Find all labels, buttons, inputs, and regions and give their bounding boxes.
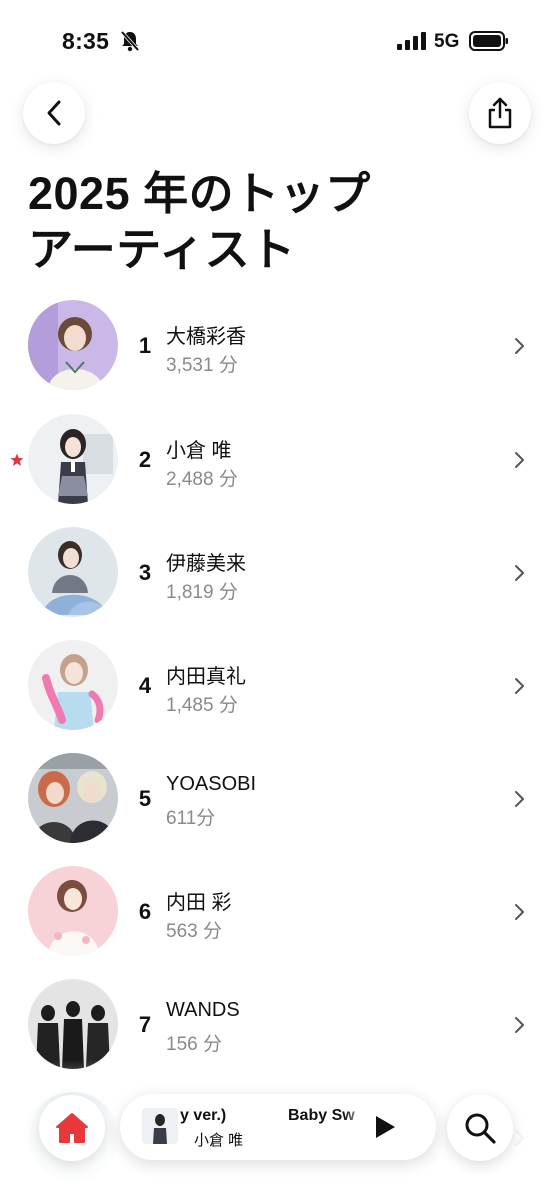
- artist-name: WANDS: [166, 999, 240, 1021]
- artist-minutes: 156 分: [166, 1034, 222, 1055]
- artist-name: 小倉 唯: [166, 440, 232, 462]
- cellular-signal-icon: [397, 32, 426, 50]
- artist-avatar: [28, 979, 118, 1069]
- now-playing-title: y ver.): [180, 1107, 227, 1124]
- artist-rank: 7: [138, 1012, 152, 1037]
- page-title-line-1: 2025 年のトップ: [28, 168, 371, 219]
- artist-minutes: 611分: [166, 808, 216, 829]
- artist-rank: 2: [138, 447, 152, 472]
- now-playing-artist: 小倉 唯: [194, 1132, 244, 1149]
- artist-avatar: [28, 866, 118, 956]
- now-playing-title-marquee: Baby Sw: [288, 1107, 355, 1124]
- artist-rank: 4: [138, 673, 152, 698]
- artist-minutes: 3,531 分: [166, 355, 238, 376]
- chevron-right-icon: [515, 452, 524, 468]
- chevron-right-icon: [515, 791, 524, 807]
- mini-player[interactable]: y ver.) Baby Sw 小倉 唯: [120, 1094, 436, 1160]
- chevron-right-icon: [515, 904, 524, 920]
- artist-row[interactable]: 1 大橋彩香 3,531 分: [0, 300, 554, 392]
- artist-row[interactable]: 7 WANDS 156 分: [0, 979, 554, 1071]
- status-time: 8:35: [62, 28, 110, 54]
- share-button[interactable]: [469, 82, 531, 144]
- artist-name: 大橋彩香: [166, 326, 246, 348]
- artist-name: YOASOBI: [166, 773, 257, 795]
- page-title-line-2: アーティスト: [28, 224, 296, 275]
- artist-minutes: 1,819 分: [166, 582, 238, 603]
- artist-avatar: [28, 300, 118, 390]
- chevron-right-icon: [515, 338, 524, 354]
- artist-row[interactable]: 2 小倉 唯 2,488 分: [0, 414, 554, 506]
- artist-avatar: [28, 753, 118, 843]
- artist-rank: 6: [138, 899, 152, 924]
- home-icon: [56, 1113, 88, 1143]
- artist-avatar: [28, 527, 118, 617]
- artist-avatar: [28, 640, 118, 730]
- star-icon: [10, 453, 24, 466]
- artist-name: 内田真礼: [166, 666, 246, 688]
- search-icon: [465, 1113, 496, 1144]
- battery-icon: [469, 31, 508, 51]
- artist-rank: 5: [138, 786, 152, 811]
- bell-slash-icon: [120, 30, 140, 52]
- artist-avatar: [28, 414, 118, 504]
- artist-minutes: 1,485 分: [166, 695, 238, 716]
- artist-row[interactable]: 4 内田真礼 1,485 分: [0, 640, 554, 732]
- artist-row[interactable]: 3 伊藤美来 1,819 分: [0, 527, 554, 619]
- chevron-left-icon: [47, 100, 61, 126]
- back-button[interactable]: [23, 82, 85, 144]
- share-icon: [488, 97, 512, 129]
- artist-minutes: 2,488 分: [166, 469, 238, 490]
- search-button[interactable]: [447, 1095, 513, 1161]
- artist-name: 伊藤美来: [166, 553, 246, 575]
- artist-row[interactable]: 5 YOASOBI 611分: [0, 753, 554, 845]
- chevron-right-icon: [515, 678, 524, 694]
- artist-name: 内田 彩: [166, 892, 232, 914]
- artist-minutes: 563 分: [166, 921, 222, 942]
- now-playing-artwork: [142, 1108, 178, 1144]
- network-type: 5G: [434, 31, 460, 52]
- play-icon[interactable]: [373, 1114, 397, 1140]
- chevron-right-icon: [515, 565, 524, 581]
- page-title: 2025 年のトップ アーティスト: [28, 166, 528, 278]
- artist-rank: 1: [138, 333, 152, 358]
- home-button[interactable]: [39, 1095, 105, 1161]
- artist-row[interactable]: 6 内田 彩 563 分: [0, 866, 554, 958]
- chevron-right-icon: [515, 1017, 524, 1033]
- status-bar: 8:35 5G: [0, 0, 554, 84]
- artist-rank: 3: [138, 560, 152, 585]
